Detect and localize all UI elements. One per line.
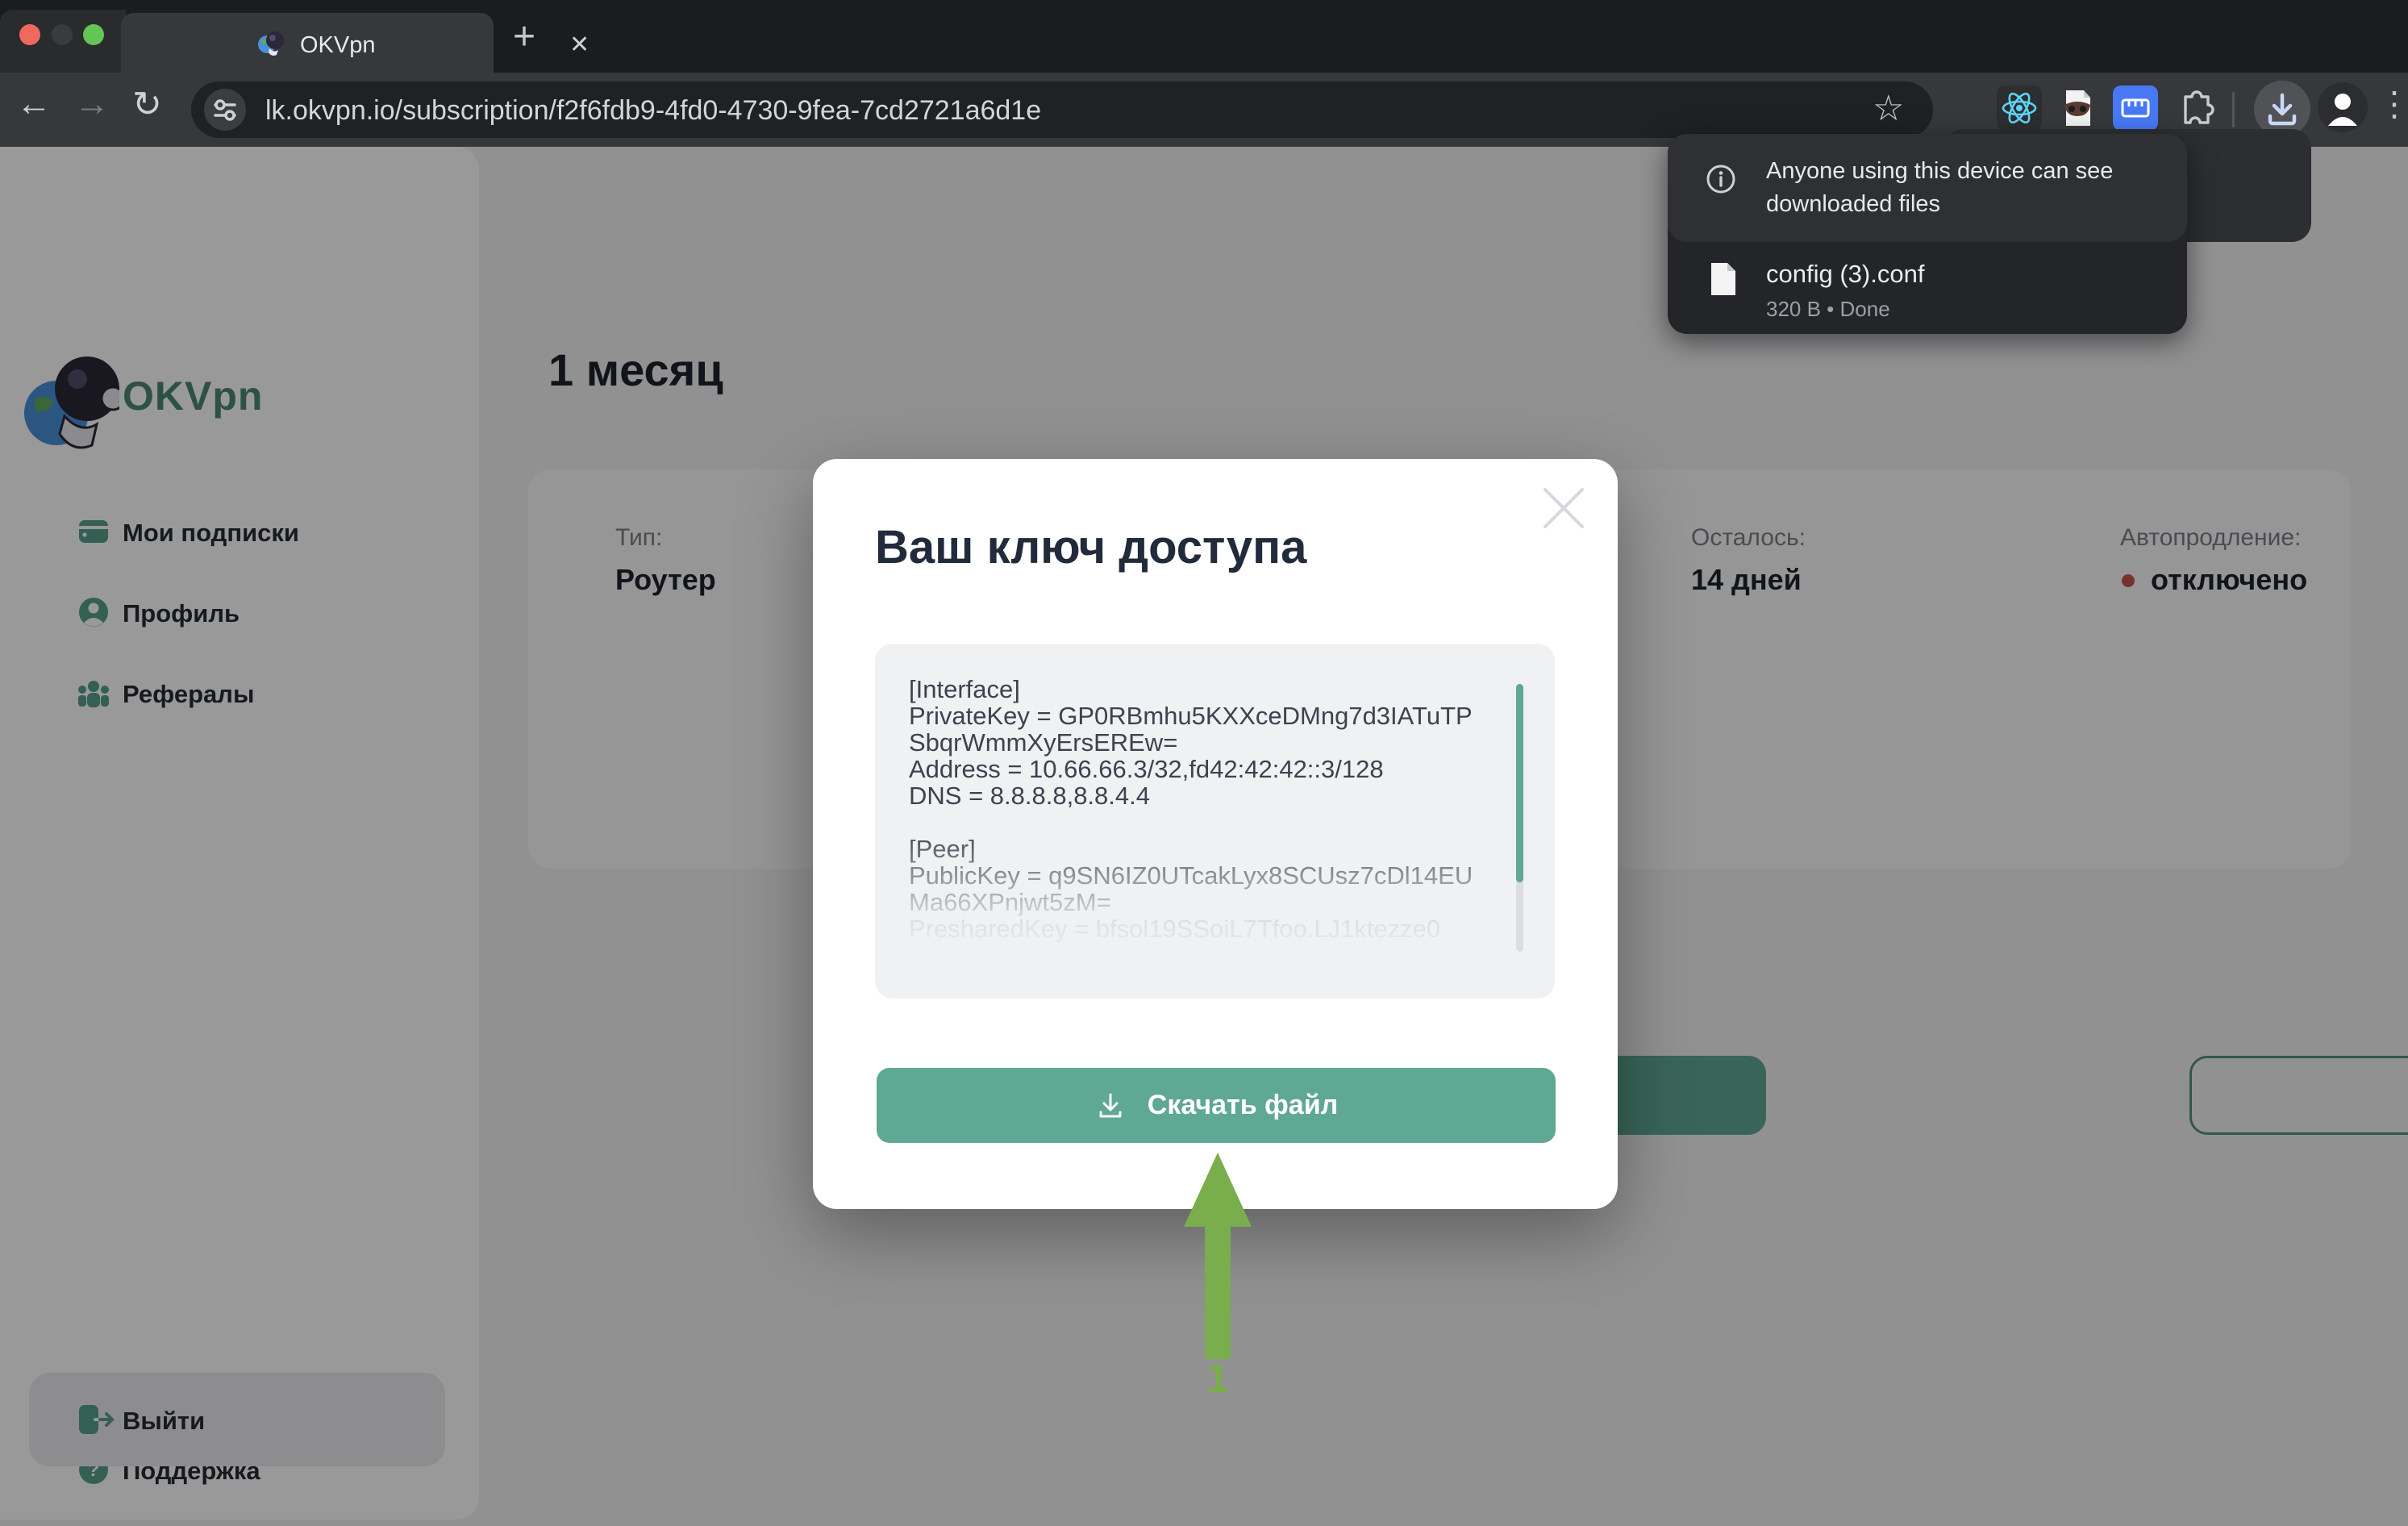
url-text[interactable]: lk.okvpn.io/subscription/f2f6fdb9-4fd0-4… [265, 95, 1041, 127]
new-tab-icon[interactable]: + [513, 15, 535, 59]
tab-title: OKVpn [300, 32, 376, 59]
close-icon[interactable] [1537, 482, 1590, 535]
tab-strip: OKVpn ✕ + [0, 0, 2408, 73]
config-fade [875, 829, 1555, 999]
reload-icon[interactable]: ↻ [132, 84, 162, 125]
download-notice-text: Anyone using this device can see downloa… [1766, 155, 2153, 221]
config-line: [Interface] [909, 676, 1473, 703]
browser-tab[interactable]: OKVpn ✕ [121, 13, 494, 73]
tab-favicon [256, 29, 285, 58]
config-line: DNS = 8.8.8.8,8.8.4.4 [909, 782, 1473, 809]
ruler-extension-icon[interactable] [2113, 85, 2158, 131]
tab-close-icon[interactable]: ✕ [569, 31, 590, 59]
annotation-step-number: 1 [1169, 1355, 1266, 1402]
bookmark-star-icon[interactable]: ☆ [1873, 88, 1904, 129]
download-icon [1094, 1090, 1127, 1122]
annotation-arrow [1169, 1149, 1266, 1364]
macos-minimize-button[interactable] [52, 24, 73, 45]
download-popup-header: Anyone using this device can see downloa… [1668, 134, 2187, 242]
extensions-puzzle-icon[interactable] [2173, 85, 2218, 131]
access-key-modal: Ваш ключ доступа [Interface] PrivateKey … [813, 459, 1618, 1209]
profile-avatar[interactable] [2318, 82, 2368, 132]
react-devtools-extension-icon[interactable] [1997, 85, 2042, 131]
config-key-box: [Interface] PrivateKey = GP0RBmhu5KXXceD… [875, 644, 1555, 999]
download-button-label: Скачать файл [1148, 1090, 1338, 1121]
file-icon [1708, 261, 1737, 297]
config-line: PrivateKey = GP0RBmhu5KXXceDMng7d3IATuTP… [909, 703, 1473, 756]
toolbar-separator [2232, 92, 2235, 127]
forward-icon[interactable]: → [74, 84, 110, 124]
address-bar[interactable]: lk.okvpn.io/subscription/f2f6fdb9-4fd0-4… [191, 81, 1933, 138]
scrollbar-thumb[interactable] [1516, 684, 1523, 882]
config-scrollbar[interactable] [1516, 684, 1523, 952]
downloaded-file-meta: 320 B • Done [1766, 297, 1890, 322]
browser-menu-icon[interactable]: ⋮ [2377, 84, 2408, 123]
info-icon [1705, 163, 1737, 195]
back-icon[interactable]: ← [16, 84, 52, 124]
site-settings-icon[interactable] [204, 89, 246, 131]
mask-document-extension-icon[interactable] [2055, 85, 2100, 131]
browser-window: OKVpn ✕ + ← → ↻ lk.okvpn.io/subscription… [0, 0, 2408, 1526]
modal-title: Ваш ключ доступа [875, 520, 1306, 574]
download-popup: Anyone using this device can see downloa… [1668, 134, 2187, 334]
macos-fullscreen-button[interactable] [83, 24, 104, 45]
download-file-button[interactable]: Скачать файл [877, 1068, 1556, 1143]
macos-close-button[interactable] [19, 24, 40, 45]
config-line: Address = 10.66.66.3/32,fd42:42:42::3/12… [909, 756, 1473, 782]
downloaded-file-name[interactable]: config (3).conf [1766, 260, 1924, 289]
